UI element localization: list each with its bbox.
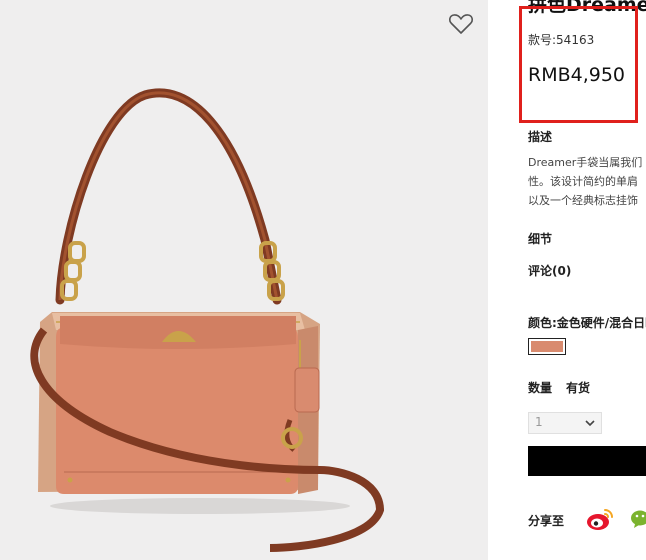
share-label: 分享至 — [528, 514, 565, 528]
chevron-down-icon — [585, 420, 595, 427]
description-line: Dreamer手袋当属我们 — [528, 156, 643, 169]
heart-icon[interactable] — [448, 12, 474, 36]
quantity-label: 数量 — [528, 381, 553, 395]
description-line: 性。该设计简约的单肩 — [528, 175, 638, 188]
add-to-bag-button[interactable] — [528, 446, 646, 476]
description-line: 以及一个经典标志挂饰 — [528, 194, 638, 207]
color-label: 颜色:金色硬件/混合日晒 — [528, 316, 646, 330]
weibo-icon[interactable] — [585, 506, 615, 532]
product-info-panel: 拼色Dreamer 款号:54163 RMB4,950 描述 Dreamer手袋… — [488, 0, 646, 560]
color-swatch-fill — [531, 341, 563, 352]
quantity-value: 1 — [535, 415, 543, 429]
stock-status: 有货 — [566, 381, 591, 395]
product-image-panel — [0, 0, 488, 560]
color-swatch[interactable] — [528, 338, 566, 355]
wechat-icon[interactable] — [630, 508, 646, 532]
product-image — [30, 88, 385, 552]
highlight-box — [519, 6, 638, 123]
quantity-select[interactable]: 1 — [528, 412, 602, 434]
details-heading[interactable]: 细节 — [528, 230, 552, 247]
reviews-heading[interactable]: 评论(0) — [528, 262, 571, 279]
description-heading[interactable]: 描述 — [528, 128, 552, 145]
description-text: Dreamer手袋当属我们 性。该设计简约的单肩 以及一个经典标志挂饰 — [528, 153, 646, 210]
